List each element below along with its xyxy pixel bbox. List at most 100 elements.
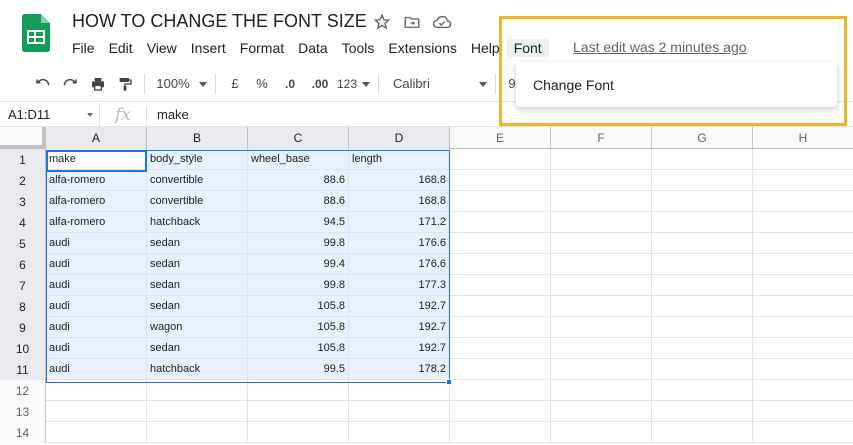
grid-cell[interactable] <box>753 233 853 253</box>
grid-cell[interactable] <box>551 275 652 295</box>
grid-cell[interactable] <box>147 380 248 400</box>
grid-cell[interactable]: 177.3 <box>349 275 450 295</box>
grid-cell[interactable]: make <box>46 149 147 169</box>
percent-format-button[interactable]: % <box>248 71 276 97</box>
grid-cell[interactable] <box>753 212 853 232</box>
column-header[interactable]: A <box>46 127 147 149</box>
print-icon[interactable] <box>84 71 112 97</box>
grid-cell[interactable] <box>450 149 551 169</box>
increase-decimal-button[interactable]: .00 <box>304 71 336 97</box>
grid-cell[interactable]: 99.4 <box>248 254 349 274</box>
grid-cell[interactable] <box>349 422 450 442</box>
grid-cell[interactable]: sedan <box>147 296 248 316</box>
menu-edit[interactable]: Edit <box>102 39 140 57</box>
grid-cell[interactable]: wheel_base <box>248 149 349 169</box>
column-header[interactable]: D <box>349 127 450 149</box>
grid-cell[interactable]: 105.8 <box>248 317 349 337</box>
grid-cell[interactable]: 99.8 <box>248 275 349 295</box>
grid-cell[interactable]: 105.8 <box>248 338 349 358</box>
grid-cell[interactable]: 176.6 <box>349 254 450 274</box>
grid-cell[interactable] <box>46 422 147 442</box>
grid-cell[interactable] <box>248 401 349 421</box>
star-icon[interactable] <box>372 12 392 32</box>
menu-font[interactable]: Font <box>506 39 549 57</box>
grid-cell[interactable]: 176.6 <box>349 233 450 253</box>
grid-cell[interactable]: 105.8 <box>248 296 349 316</box>
grid-cell[interactable] <box>753 401 853 421</box>
grid-cell[interactable] <box>753 422 853 442</box>
grid-cell[interactable]: audi <box>46 233 147 253</box>
grid-cell[interactable] <box>450 317 551 337</box>
grid-cell[interactable] <box>753 254 853 274</box>
move-folder-icon[interactable] <box>402 12 422 32</box>
grid-cell[interactable] <box>753 380 853 400</box>
grid-cell[interactable] <box>450 275 551 295</box>
grid-cell[interactable] <box>450 401 551 421</box>
grid-cell[interactable]: 168.8 <box>349 170 450 190</box>
grid-cell[interactable] <box>652 254 753 274</box>
column-header[interactable]: G <box>652 127 753 149</box>
grid-cell[interactable]: audi <box>46 254 147 274</box>
menu-format[interactable]: Format <box>233 39 291 57</box>
grid-cell[interactable] <box>652 233 753 253</box>
grid-cell[interactable] <box>652 359 753 379</box>
grid-cell[interactable] <box>248 422 349 442</box>
last-edit-link[interactable]: Last edit was 2 minutes ago <box>573 39 747 55</box>
grid-cell[interactable]: sedan <box>147 233 248 253</box>
grid-cell[interactable] <box>551 359 652 379</box>
row-header[interactable]: 7 <box>0 275 46 296</box>
grid-cell[interactable] <box>349 380 450 400</box>
grid-cell[interactable] <box>652 422 753 442</box>
grid-cell[interactable] <box>551 233 652 253</box>
grid-cell[interactable] <box>450 359 551 379</box>
grid-cell[interactable]: audi <box>46 296 147 316</box>
grid-cell[interactable] <box>551 317 652 337</box>
grid-cell[interactable] <box>551 254 652 274</box>
grid-cell[interactable]: sedan <box>147 338 248 358</box>
grid-cell[interactable]: length <box>349 149 450 169</box>
redo-icon[interactable] <box>56 71 84 97</box>
row-header[interactable]: 10 <box>0 338 46 359</box>
grid-cell[interactable] <box>652 401 753 421</box>
grid-cell[interactable] <box>652 275 753 295</box>
grid-cell[interactable]: 88.6 <box>248 170 349 190</box>
grid-cell[interactable]: audi <box>46 317 147 337</box>
menu-view[interactable]: View <box>140 39 184 57</box>
grid-cell[interactable] <box>450 380 551 400</box>
grid-cell[interactable] <box>551 212 652 232</box>
row-header[interactable]: 11 <box>0 359 46 380</box>
sheets-logo-icon[interactable] <box>22 14 50 52</box>
grid-cell[interactable] <box>450 254 551 274</box>
grid-cell[interactable]: audi <box>46 338 147 358</box>
grid-cell[interactable] <box>551 191 652 211</box>
grid-cell[interactable]: hatchback <box>147 359 248 379</box>
grid-cell[interactable] <box>652 296 753 316</box>
grid-cell[interactable]: hatchback <box>147 212 248 232</box>
grid-cell[interactable] <box>46 401 147 421</box>
row-header[interactable]: 4 <box>0 212 46 233</box>
grid-cell[interactable] <box>551 170 652 190</box>
grid-cell[interactable] <box>652 317 753 337</box>
fill-handle[interactable] <box>446 379 452 385</box>
grid-cell[interactable]: 192.7 <box>349 317 450 337</box>
grid-cell[interactable]: sedan <box>147 254 248 274</box>
grid-cell[interactable]: 192.7 <box>349 338 450 358</box>
grid-cell[interactable] <box>551 401 652 421</box>
row-header[interactable]: 8 <box>0 296 46 317</box>
row-header[interactable]: 14 <box>0 422 46 443</box>
column-header[interactable]: E <box>450 127 551 149</box>
grid-cell[interactable]: sedan <box>147 275 248 295</box>
grid-cell[interactable] <box>349 401 450 421</box>
currency-format-button[interactable]: £ <box>222 71 248 97</box>
grid-cell[interactable]: 88.6 <box>248 191 349 211</box>
more-formats-select[interactable]: 123 <box>336 71 372 97</box>
grid-cell[interactable]: alfa-romero <box>46 191 147 211</box>
column-header[interactable]: H <box>753 127 853 149</box>
grid-cell[interactable]: 99.5 <box>248 359 349 379</box>
grid-cell[interactable]: convertible <box>147 191 248 211</box>
grid-cell[interactable] <box>450 233 551 253</box>
grid-cell[interactable]: wagon <box>147 317 248 337</box>
grid-cell[interactable] <box>652 149 753 169</box>
row-header[interactable]: 12 <box>0 380 46 401</box>
grid-cell[interactable]: alfa-romero <box>46 170 147 190</box>
